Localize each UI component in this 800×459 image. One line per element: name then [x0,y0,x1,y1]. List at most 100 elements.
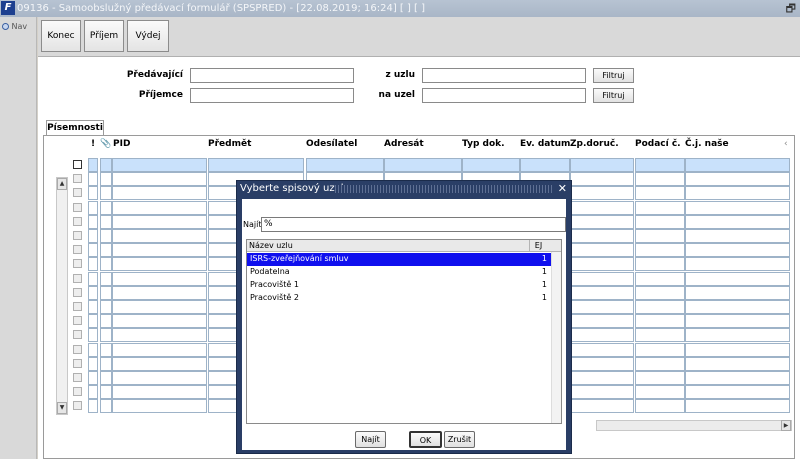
z-uzlu-input[interactable] [422,68,586,83]
grid-cell[interactable] [88,229,98,243]
row-select-checkbox[interactable] [73,401,82,411]
grid-horizontal-scrollbar[interactable]: ▶ [596,420,792,431]
grid-cell[interactable] [112,356,207,371]
grid-cell[interactable] [100,186,112,201]
grid-cell[interactable] [570,356,634,371]
nav-item[interactable]: Nav [2,22,27,31]
grid-cell[interactable] [685,214,790,229]
grid-cell[interactable] [88,385,98,400]
grid-cell[interactable] [685,314,790,329]
scroll-right-icon[interactable]: ▶ [781,420,791,431]
grid-cell[interactable] [306,158,384,172]
grid-cell[interactable] [570,314,634,329]
grid-cell[interactable] [100,399,112,414]
grid-cell[interactable] [88,285,98,300]
grid-cell[interactable] [635,172,685,187]
list-item[interactable]: ISRS-zveřejňování smluv 1 [247,253,551,266]
grid-cell[interactable] [112,257,207,272]
col-header-adresat[interactable]: Adresát [384,139,424,149]
vydej-button[interactable]: Výdej [127,20,169,52]
grid-cell[interactable] [685,200,790,215]
grid-cell[interactable] [88,200,98,215]
grid-cell[interactable] [100,300,112,314]
grid-cell[interactable] [112,214,207,229]
restore-icon[interactable]: 🗗 [786,0,796,17]
grid-cell[interactable] [112,342,207,357]
grid-cell[interactable] [685,271,790,286]
grid-cell[interactable] [100,172,112,187]
grid-cell[interactable] [112,300,207,314]
grid-cell[interactable] [685,328,790,343]
grid-cell[interactable] [88,214,98,229]
grid-cell[interactable] [570,200,634,215]
grid-cell[interactable] [570,172,634,187]
grid-cell[interactable] [635,285,685,300]
grid-cell[interactable] [570,257,634,272]
grid-cell[interactable] [112,371,207,385]
ok-button[interactable]: OK [409,431,442,448]
grid-cell[interactable] [570,229,634,243]
row-select-checkbox[interactable] [73,231,82,240]
col-header-zp-doruc[interactable]: Zp.doruč. [570,139,619,149]
tab-pisemnosti[interactable]: Písemnosti [46,120,104,136]
grid-cell[interactable] [685,186,790,201]
grid-cell[interactable] [635,243,685,258]
grid-cell[interactable] [100,229,112,243]
col-header-ej[interactable]: EJ [529,240,547,251]
row-select-checkbox[interactable] [73,287,82,297]
grid-cell[interactable] [570,328,634,343]
predavajici-input[interactable] [190,68,354,83]
list-item[interactable]: Pracoviště 2 1 [247,292,551,305]
col-header-nazev-uzlu[interactable]: Název uzlu [249,240,293,251]
grid-cell[interactable] [88,158,98,172]
grid-cell[interactable] [635,200,685,215]
list-scrollbar[interactable] [551,252,561,423]
grid-cell[interactable] [88,342,98,357]
dialog-titlebar[interactable]: Vyberte spisový uzel ✕ [237,181,571,197]
grid-vertical-scrollbar[interactable]: ▲ ▼ [56,177,68,415]
row-select-checkbox[interactable] [73,273,82,283]
grid-cell[interactable] [100,385,112,400]
row-select-checkbox[interactable] [73,174,82,184]
grid-cell[interactable] [112,399,207,414]
grid-cell[interactable] [112,186,207,201]
grid-cell[interactable] [570,385,634,400]
grid-cell[interactable] [100,158,112,172]
find-input[interactable]: % [261,217,566,232]
grid-cell[interactable] [570,158,634,172]
grid-cell[interactable] [685,385,790,400]
grid-cell[interactable] [685,172,790,187]
filtruj-button-2[interactable]: Filtruj [593,88,634,103]
grid-cell[interactable] [685,342,790,357]
grid-cell[interactable] [570,243,634,258]
grid-cell[interactable] [635,214,685,229]
grid-cell[interactable] [570,371,634,385]
grid-cell[interactable] [112,158,207,172]
grid-cell[interactable] [112,328,207,343]
grid-cell[interactable] [570,214,634,229]
grid-cell[interactable] [88,300,98,314]
row-select-checkbox[interactable] [73,259,82,269]
grid-cell[interactable] [88,371,98,385]
grid-cell[interactable] [100,342,112,357]
grid-cell[interactable] [112,229,207,243]
grid-cell[interactable] [88,186,98,201]
grid-cell[interactable] [112,314,207,329]
grid-cell[interactable] [112,200,207,215]
col-header-cj-nase[interactable]: Č.j. naše [685,139,729,149]
grid-cell[interactable] [112,243,207,258]
grid-cell[interactable] [100,200,112,215]
col-header-pid[interactable]: PID [113,139,130,149]
grid-cell[interactable] [100,243,112,258]
col-header-ev-datum[interactable]: Ev. datum [520,139,570,149]
row-select-checkbox[interactable] [73,188,82,198]
zrusit-button[interactable]: Zrušit [444,431,475,448]
row-select-checkbox[interactable] [73,245,82,255]
grid-cell[interactable] [462,158,520,172]
grid-cell[interactable] [635,342,685,357]
row-select-checkbox[interactable] [73,160,82,169]
na-uzel-input[interactable] [422,88,586,103]
row-select-checkbox[interactable] [73,302,82,311]
grid-cell[interactable] [685,300,790,314]
row-select-checkbox[interactable] [73,358,82,368]
